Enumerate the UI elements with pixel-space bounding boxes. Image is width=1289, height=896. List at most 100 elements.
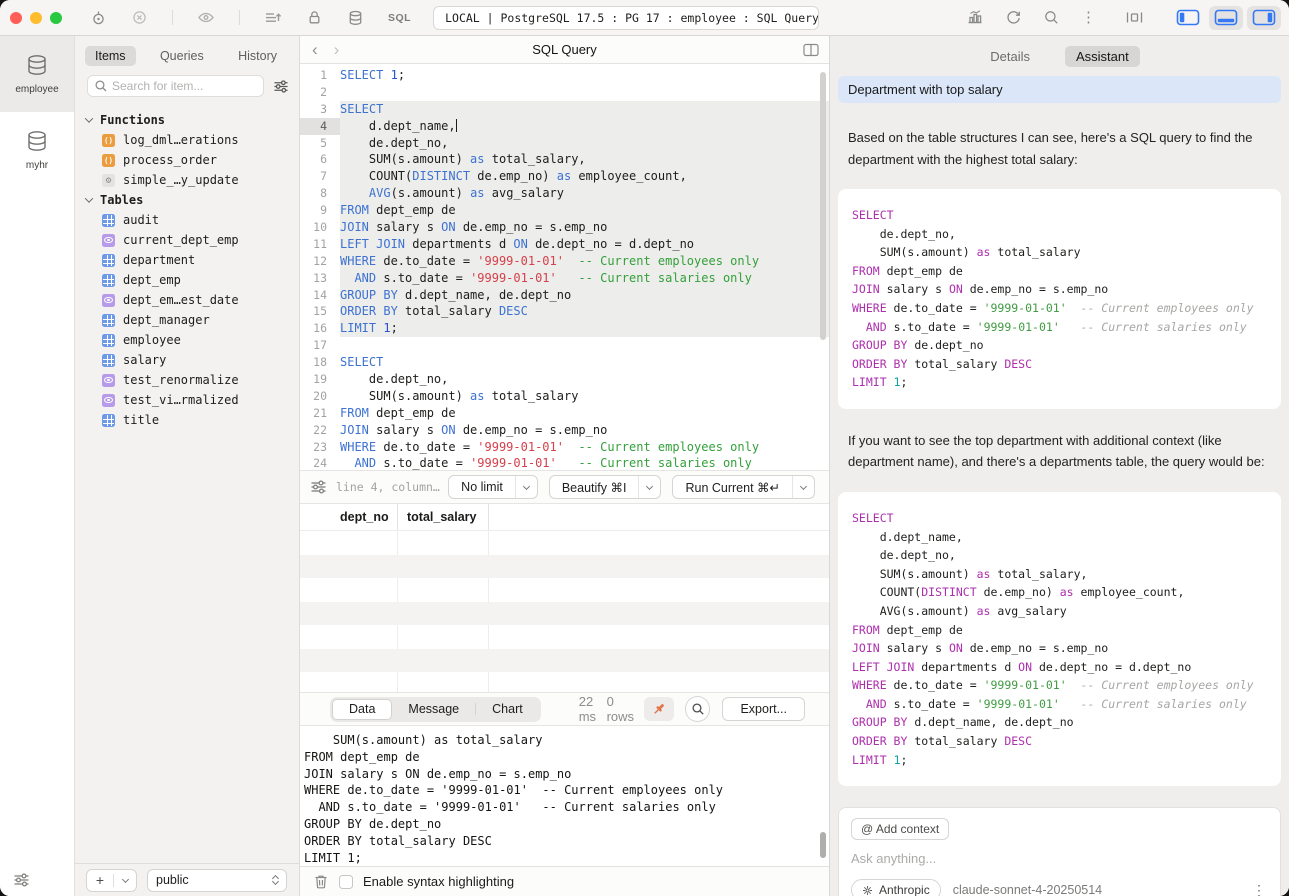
add-item-button[interactable]: + — [86, 869, 137, 892]
table-row[interactable] — [300, 602, 829, 626]
sidebar-item-test_renormalize[interactable]: test_renormalize — [75, 370, 299, 390]
sidebar-item-test_virmalized[interactable]: test_vi…rmalized — [75, 390, 299, 410]
tab-items[interactable]: Items — [85, 46, 136, 66]
beautify-dropdown[interactable] — [638, 476, 660, 498]
run-dropdown[interactable] — [792, 476, 814, 498]
database-icon[interactable] — [347, 9, 364, 27]
syntax-highlighting-checkbox[interactable] — [339, 875, 353, 889]
tab-details[interactable]: Details — [979, 46, 1041, 67]
schema-select[interactable]: public — [147, 869, 287, 892]
editor-line-11[interactable]: 11LEFT JOIN departments d ON de.dept_no … — [300, 236, 829, 253]
add-context-button[interactable]: @ Add context — [851, 818, 949, 840]
layout-columns-icon[interactable] — [1125, 9, 1144, 26]
more-options-icon[interactable]: ⋮ — [1081, 10, 1096, 25]
search-input[interactable] — [87, 75, 264, 97]
table-row[interactable] — [300, 578, 829, 602]
tab-data[interactable]: Data — [332, 699, 392, 720]
filter-icon[interactable] — [273, 79, 289, 94]
conversation-title-banner[interactable]: Department with top salary — [838, 76, 1281, 103]
limit-button[interactable]: No limit — [448, 475, 538, 499]
zoom-window-button[interactable] — [50, 12, 62, 24]
trash-icon[interactable] — [313, 873, 329, 890]
table-row[interactable] — [300, 625, 829, 649]
assistant-code-block[interactable]: SELECT de.dept_no, SUM(s.amount) as tota… — [838, 189, 1281, 409]
editor-line-17[interactable]: 17 — [300, 337, 829, 354]
sidebar-item-title[interactable]: title — [75, 410, 299, 430]
editor-line-12[interactable]: 12WHERE de.to_date = '9999-01-01' -- Cur… — [300, 253, 829, 270]
sidebar-item-employee[interactable]: employee — [75, 330, 299, 350]
tab-assistant[interactable]: Assistant — [1065, 46, 1140, 67]
close-window-button[interactable] — [10, 12, 22, 24]
provider-select[interactable]: Anthropic — [851, 879, 941, 896]
sidebar-item-salary[interactable]: salary — [75, 350, 299, 370]
tab-chart[interactable]: Chart — [476, 699, 539, 720]
editor-line-16[interactable]: 16LIMIT 1; — [300, 320, 829, 337]
search-icon[interactable] — [1043, 9, 1060, 26]
split-view-icon[interactable] — [803, 43, 819, 57]
sidebar-item-dept_emp[interactable]: dept_emp — [75, 270, 299, 290]
toggle-left-panel-icon[interactable] — [1171, 6, 1205, 30]
editor-line-6[interactable]: 6 SUM(s.amount) as total_salary, — [300, 151, 829, 168]
editor-line-21[interactable]: 21FROM dept_emp de — [300, 405, 829, 422]
chat-input[interactable]: Ask anything... — [851, 851, 1268, 866]
editor-line-15[interactable]: 15ORDER BY total_salary DESC — [300, 303, 829, 320]
query-list-icon[interactable] — [264, 9, 282, 26]
sidebar-item-current_dept_emp[interactable]: current_dept_emp — [75, 230, 299, 250]
editor-line-10[interactable]: 10JOIN salary s ON de.emp_no = s.emp_no — [300, 219, 829, 236]
model-name[interactable]: claude-sonnet-4-20250514 — [953, 883, 1102, 896]
table-row[interactable] — [300, 649, 829, 673]
editor-line-2[interactable]: 2 — [300, 84, 829, 101]
toggle-bottom-panel-icon[interactable] — [1209, 6, 1243, 30]
sidebar-item-audit[interactable]: audit — [75, 210, 299, 230]
target-icon[interactable] — [90, 9, 107, 27]
sidebar-item-process_order[interactable]: process_order — [75, 150, 299, 170]
tab-message[interactable]: Message — [392, 699, 475, 720]
export-button[interactable]: Export... — [722, 697, 805, 721]
editor-line-8[interactable]: 8 AVG(s.amount) as avg_salary — [300, 185, 829, 202]
editor-line-19[interactable]: 19 de.dept_no, — [300, 371, 829, 388]
editor-line-3[interactable]: 3SELECT — [300, 101, 829, 118]
lock-icon[interactable] — [306, 9, 323, 26]
editor-line-18[interactable]: 18SELECT — [300, 354, 829, 371]
assistant-code-block[interactable]: SELECT d.dept_name, de.dept_no, SUM(s.am… — [838, 492, 1281, 786]
preview-eye-icon[interactable] — [197, 9, 215, 26]
connection-title-field[interactable]: LOCAL | PostgreSQL 17.5 : PG 17 : employ… — [433, 6, 819, 30]
run-current-button[interactable]: Run Current ⌘↵ — [672, 475, 815, 499]
tree-section-tables[interactable]: Tables — [75, 190, 299, 210]
tree-section-functions[interactable]: Functions — [75, 110, 299, 130]
limit-dropdown[interactable] — [515, 476, 537, 498]
more-options-icon[interactable]: ⋮ — [1252, 882, 1268, 896]
sidebar-item-department[interactable]: department — [75, 250, 299, 270]
tab-history[interactable]: History — [228, 46, 287, 66]
message-pane[interactable]: SUM(s.amount) as total_salaryFROM dept_e… — [300, 726, 829, 866]
column-header-dept-no[interactable]: dept_no — [300, 504, 398, 530]
minimize-window-button[interactable] — [30, 12, 42, 24]
sidebar-item-dept_emest_date[interactable]: dept_em…est_date — [75, 290, 299, 310]
editor-line-7[interactable]: 7 COUNT(DISTINCT de.emp_no) as employee_… — [300, 168, 829, 185]
table-row[interactable] — [300, 672, 829, 692]
rail-item-employee[interactable]: employee — [0, 36, 74, 112]
add-item-dropdown[interactable] — [114, 879, 136, 882]
column-header-total-salary[interactable]: total_salary — [398, 504, 489, 530]
message-scrollbar[interactable] — [820, 832, 826, 858]
editor-line-14[interactable]: 14GROUP BY d.dept_name, de.dept_no — [300, 287, 829, 304]
editor-line-24[interactable]: 24 AND s.to_date = '9999-01-01' -- Curre… — [300, 455, 829, 470]
filter-icon[interactable] — [310, 479, 327, 495]
editor-scrollbar[interactable] — [820, 72, 826, 340]
editor-line-4[interactable]: 4 d.dept_name, — [300, 118, 829, 135]
search-results-button[interactable] — [685, 696, 711, 722]
tab-queries[interactable]: Queries — [150, 46, 214, 66]
cancel-icon[interactable] — [131, 9, 148, 26]
table-row[interactable] — [300, 531, 829, 555]
editor-line-5[interactable]: 5 de.dept_no, — [300, 135, 829, 152]
editor-line-13[interactable]: 13 AND s.to_date = '9999-01-01' -- Curre… — [300, 270, 829, 287]
sidebar-item-simple_y_update[interactable]: simple_…y_update — [75, 170, 299, 190]
editor-line-9[interactable]: 9FROM dept_emp de — [300, 202, 829, 219]
toggle-right-panel-icon[interactable] — [1247, 6, 1281, 30]
beautify-button[interactable]: Beautify ⌘I — [549, 475, 662, 499]
editor-line-23[interactable]: 23WHERE de.to_date = '9999-01-01' -- Cur… — [300, 439, 829, 456]
plus-icon[interactable]: + — [87, 870, 113, 891]
sql-editor[interactable]: 1SELECT 1;23SELECT4 d.dept_name,5 de.dep… — [300, 64, 829, 470]
editor-line-22[interactable]: 22JOIN salary s ON de.emp_no = s.emp_no — [300, 422, 829, 439]
table-row[interactable] — [300, 555, 829, 579]
